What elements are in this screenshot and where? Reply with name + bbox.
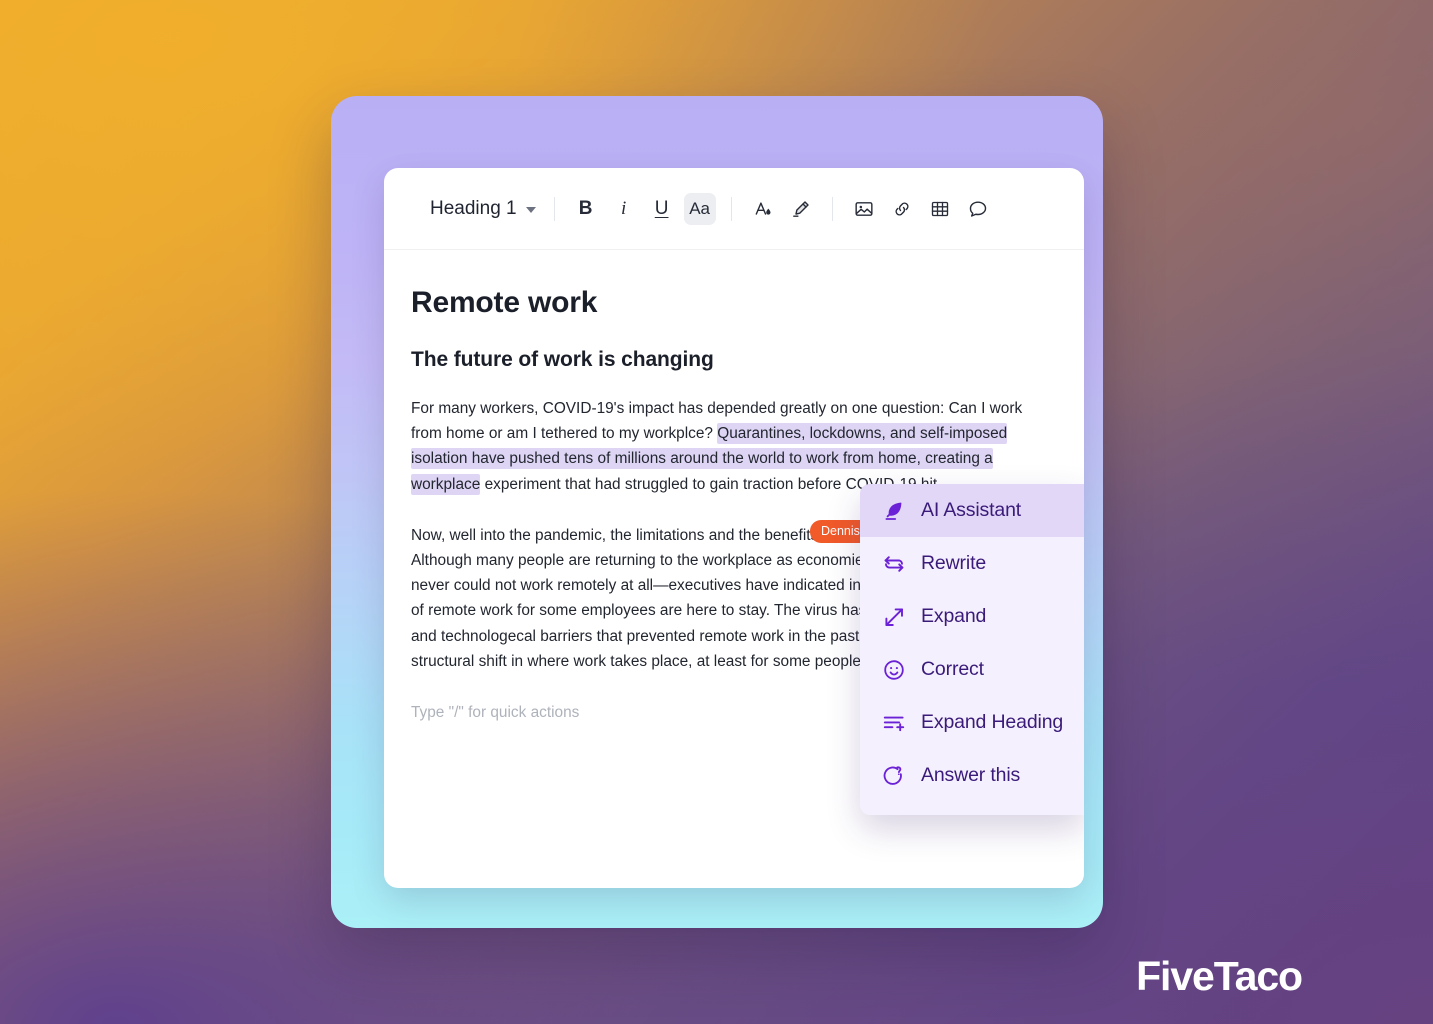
insert-image-button[interactable]: [848, 193, 880, 225]
italic-button[interactable]: i: [608, 193, 640, 225]
ai-menu-item-ai-assistant[interactable]: AI Assistant: [860, 484, 1084, 537]
rewrite-loop-icon: [881, 551, 907, 577]
ai-menu-label: Rewrite: [921, 552, 987, 574]
ai-menu-label: AI Assistant: [921, 499, 1022, 521]
editor-toolbar: Heading 1 B i U Aa: [384, 168, 1084, 250]
text-color-button[interactable]: [747, 193, 779, 225]
bold-icon: B: [578, 198, 593, 219]
font-size-button[interactable]: Aa: [683, 192, 716, 225]
text-style-aa-icon: Aa: [689, 199, 711, 218]
comment-button[interactable]: [962, 193, 994, 225]
underline-icon: U: [654, 198, 669, 219]
page-title: Remote work: [411, 286, 598, 319]
smiley-face-icon: [881, 657, 907, 683]
paragraph-style-label: Heading 1: [430, 197, 517, 219]
text-color-icon: [753, 199, 773, 219]
document-panel: Heading 1 B i U Aa Remote work The futur…: [384, 168, 1084, 888]
toolbar-divider: [553, 196, 555, 221]
highlighter-icon: [791, 199, 811, 219]
ai-menu-label: Correct: [921, 658, 984, 680]
image-icon: [854, 199, 874, 219]
ai-menu-item-expand[interactable]: Expand: [860, 590, 1084, 643]
ai-menu-label: Expand: [921, 605, 987, 627]
chevron-down-icon: [525, 206, 536, 213]
insert-link-button[interactable]: [886, 193, 918, 225]
link-icon: [892, 199, 912, 219]
insert-table-button[interactable]: [924, 193, 956, 225]
ai-menu-item-rewrite[interactable]: Rewrite: [860, 537, 1084, 590]
table-icon: [930, 199, 950, 219]
feather-icon: [881, 498, 907, 524]
comment-icon: [968, 199, 988, 219]
bold-button[interactable]: B: [570, 193, 602, 225]
toolbar-divider: [730, 196, 732, 221]
italic-icon: i: [620, 198, 627, 219]
ai-menu-item-correct[interactable]: Correct: [860, 643, 1084, 696]
brand-logo: FiveTaco: [1136, 953, 1303, 999]
toolbar-divider: [831, 196, 833, 221]
ai-menu-item-expand-heading[interactable]: Expand Heading: [860, 696, 1084, 749]
question-loop-icon: [881, 763, 907, 789]
ai-menu-label: Answer this: [921, 764, 1021, 786]
ai-menu-label: Expand Heading: [921, 711, 1064, 733]
document-subheading: The future of work is changing: [411, 348, 714, 371]
ai-assistant-menu: AI Assistant Rewrite Expand Correct Expa…: [860, 484, 1084, 815]
paragraph-style-dropdown[interactable]: Heading 1: [416, 194, 542, 224]
add-lines-icon: [881, 710, 907, 736]
paragraph-1[interactable]: For many workers, COVID-19's impact has …: [411, 396, 1050, 497]
highlighter-button[interactable]: [785, 193, 817, 225]
expand-arrows-icon: [881, 604, 907, 630]
ai-menu-item-answer-this[interactable]: Answer this: [860, 749, 1084, 802]
underline-button[interactable]: U: [646, 193, 678, 225]
